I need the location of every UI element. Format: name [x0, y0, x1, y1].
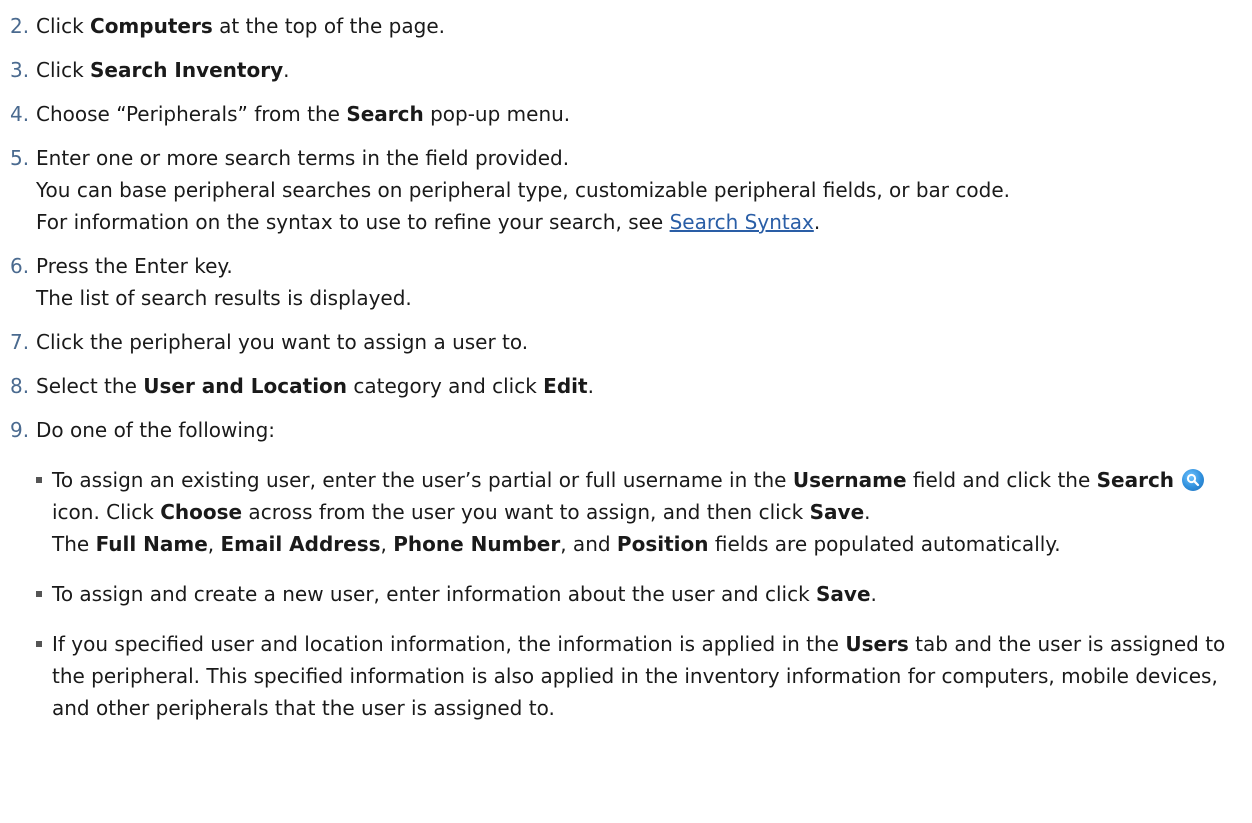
- text: .: [864, 500, 871, 524]
- text: category and click: [347, 374, 544, 398]
- step-text: Press the Enter key. The list of search …: [36, 250, 1252, 314]
- ui-term: User and Location: [143, 374, 348, 398]
- text: Select the: [36, 374, 144, 398]
- ui-term: Search: [1096, 468, 1175, 492]
- step-5: 5. Enter one or more search terms in the…: [10, 142, 1252, 238]
- ui-term: Username: [792, 468, 907, 492]
- text: For information on the syntax to use to …: [36, 206, 1252, 238]
- text: The: [52, 532, 96, 556]
- search-syntax-link[interactable]: Search Syntax: [670, 210, 814, 234]
- search-icon: [1182, 469, 1205, 491]
- ui-term: Save: [816, 582, 871, 606]
- text: pop-up menu.: [423, 102, 571, 126]
- ui-term: Choose: [160, 500, 243, 524]
- text: .: [813, 210, 821, 234]
- step-8: 8. Select the User and Location category…: [10, 370, 1252, 402]
- text: field and click the: [906, 468, 1097, 492]
- document: 2. Click Computers at the top of the pag…: [0, 0, 1252, 724]
- step-number: 7.: [10, 330, 30, 354]
- text: If you specified user and location infor…: [52, 632, 846, 656]
- step-text: Choose “Peripherals” from the Search pop…: [36, 102, 570, 126]
- step-7: 7. Click the peripheral you want to assi…: [10, 326, 1252, 358]
- ui-term: Users: [845, 632, 909, 656]
- text: ,: [207, 532, 221, 556]
- step-text: Select the User and Location category an…: [36, 374, 594, 398]
- list-item: To assign an existing user, enter the us…: [36, 464, 1252, 560]
- step-6: 6. Press the Enter key. The list of sear…: [10, 250, 1252, 314]
- step-3: 3. Click Search Inventory.: [10, 54, 1252, 86]
- text: To assign and create a new user, enter i…: [52, 582, 817, 606]
- text: across from the user you want to assign,…: [242, 500, 810, 524]
- ui-term: Full Name: [95, 532, 208, 556]
- ui-term: Search Inventory: [90, 58, 284, 82]
- ui-term: Position: [616, 532, 709, 556]
- step-number: 2.: [10, 14, 30, 38]
- ui-term: Computers: [90, 14, 213, 38]
- text: .: [587, 374, 594, 398]
- text: fields are populated automatically.: [708, 532, 1061, 556]
- step-number: 6.: [10, 254, 30, 278]
- text: You can base peripheral searches on peri…: [36, 178, 1010, 202]
- step-number: 5.: [10, 146, 30, 170]
- options-list: To assign an existing user, enter the us…: [36, 464, 1252, 724]
- step-text: Click Computers at the top of the page.: [36, 14, 445, 38]
- step-number: 8.: [10, 374, 30, 398]
- ui-term: Email Address: [220, 532, 381, 556]
- text: The list of search results is displayed.: [36, 286, 412, 310]
- step-text: Enter one or more search terms in the fi…: [36, 142, 1252, 238]
- ui-term: Phone Number: [393, 532, 561, 556]
- step-4: 4. Choose “Peripherals” from the Search …: [10, 98, 1252, 130]
- step-number: 3.: [10, 58, 30, 82]
- step-9: 9. Do one of the following:: [10, 414, 1252, 446]
- text: Press the Enter key.: [36, 254, 233, 278]
- list-item: To assign and create a new user, enter i…: [36, 578, 1252, 610]
- text: at the top of the page.: [212, 14, 445, 38]
- text: Click: [36, 14, 91, 38]
- text: Choose “Peripherals” from the: [36, 102, 347, 126]
- step-text: Do one of the following:: [36, 418, 276, 442]
- step-2: 2. Click Computers at the top of the pag…: [10, 10, 1252, 42]
- text: .: [283, 58, 290, 82]
- text: .: [870, 582, 877, 606]
- text: For information on the syntax to use to …: [36, 210, 670, 234]
- list-item: If you specified user and location infor…: [36, 628, 1252, 724]
- ui-term: Save: [809, 500, 865, 524]
- step-text: Click Search Inventory.: [36, 58, 289, 82]
- ui-term: Edit: [543, 374, 588, 398]
- text: , and: [560, 532, 617, 556]
- text: Enter one or more search terms in the fi…: [36, 146, 570, 170]
- ui-term: Search: [346, 102, 424, 126]
- step-number: 4.: [10, 102, 30, 126]
- text: To assign an existing user, enter the us…: [52, 468, 793, 492]
- text: ,: [380, 532, 394, 556]
- step-number: 9.: [10, 418, 30, 442]
- text: Click: [36, 58, 91, 82]
- step-text: Click the peripheral you want to assign …: [36, 330, 529, 354]
- text: icon. Click: [52, 500, 161, 524]
